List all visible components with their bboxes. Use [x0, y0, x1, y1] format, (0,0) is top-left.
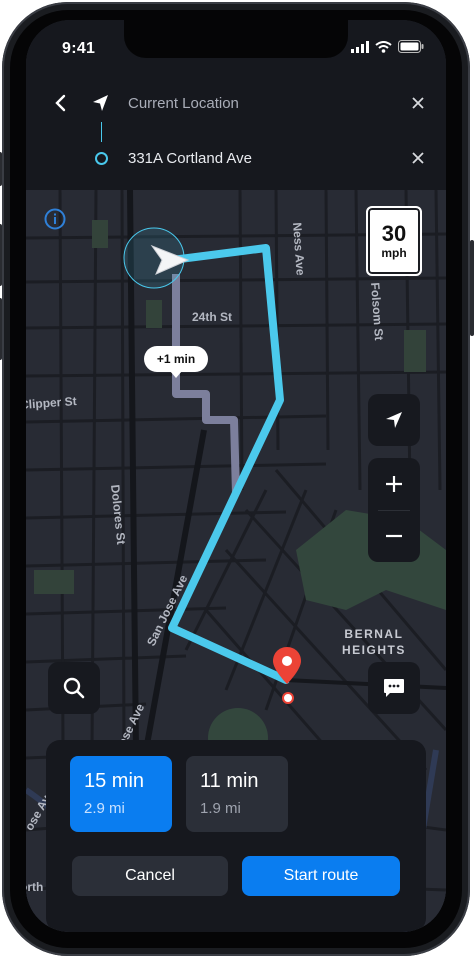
destination-row[interactable]: 331A Cortland Ave: [26, 141, 446, 175]
route-option-1[interactable]: 15 min 2.9 mi: [70, 756, 172, 832]
route-option-1-time: 15 min: [84, 770, 145, 792]
cancel-button[interactable]: Cancel: [72, 856, 228, 896]
screen: Ness Ave 24th St Folsom St Clipper St Do…: [26, 20, 446, 932]
close-icon: [412, 97, 424, 109]
notch: [124, 20, 348, 58]
zoom-in-button[interactable]: [368, 458, 420, 510]
route-option-2[interactable]: 11 min 1.9 mi: [186, 756, 288, 832]
search-button[interactable]: [48, 662, 100, 714]
destination-text[interactable]: 331A Cortland Ave: [128, 150, 252, 167]
mute-switch: [0, 152, 2, 186]
navigation-arrow-icon: [93, 95, 108, 111]
destination-marker: [95, 151, 108, 165]
destination-pin-icon[interactable]: [272, 646, 302, 686]
destination-dot: [282, 692, 294, 704]
street-label-orth: orth: [26, 880, 44, 894]
neighborhood-label-line-1: BERNAL: [344, 627, 404, 641]
status-icons: [351, 40, 424, 53]
info-icon[interactable]: [44, 208, 66, 230]
zoom-out-icon: [386, 534, 402, 538]
power-button: [470, 240, 474, 336]
speed-limit-unit: mph: [381, 246, 407, 260]
route-connector: [101, 122, 102, 142]
locate-icon: [386, 412, 402, 428]
neighborhood-label: BERNAL HEIGHTS: [342, 626, 406, 658]
search-icon: [63, 677, 85, 699]
back-icon: [55, 94, 66, 112]
neighborhood-label-line-2: HEIGHTS: [342, 643, 406, 657]
route-option-2-time: 11 min: [200, 770, 259, 792]
speed-limit-value: 30: [381, 221, 407, 246]
volume-down-button: [0, 298, 2, 360]
clear-origin-button[interactable]: [408, 93, 428, 113]
zoom-in-icon: [386, 476, 402, 492]
signal-icon: [351, 40, 369, 53]
wifi-icon: [375, 40, 392, 53]
close-icon: [412, 152, 424, 164]
locate-button[interactable]: [368, 394, 420, 446]
zoom-out-button[interactable]: [368, 510, 420, 562]
origin-row[interactable]: Current Location: [26, 86, 446, 120]
back-button[interactable]: [48, 91, 72, 115]
battery-icon: [398, 40, 424, 53]
alt-route-badge[interactable]: +1 min: [144, 346, 208, 378]
status-time: 9:41: [62, 40, 96, 57]
message-icon: [384, 679, 404, 697]
current-location-arrow-icon: [150, 244, 190, 275]
route-options-sheet: 15 min 2.9 mi 11 min 1.9 mi Cancel Start…: [46, 740, 426, 932]
origin-text[interactable]: Current Location: [128, 95, 239, 112]
route-option-2-distance: 1.9 mi: [200, 800, 241, 817]
zoom-controls: [368, 458, 420, 562]
route-option-1-distance: 2.9 mi: [84, 800, 125, 817]
street-label-24th-st: 24th St: [192, 310, 233, 324]
speed-limit-sign: 30 mph: [366, 206, 422, 276]
volume-up-button: [0, 224, 2, 286]
message-button[interactable]: [368, 662, 420, 714]
clear-destination-button[interactable]: [408, 148, 428, 168]
start-route-button[interactable]: Start route: [242, 856, 400, 896]
